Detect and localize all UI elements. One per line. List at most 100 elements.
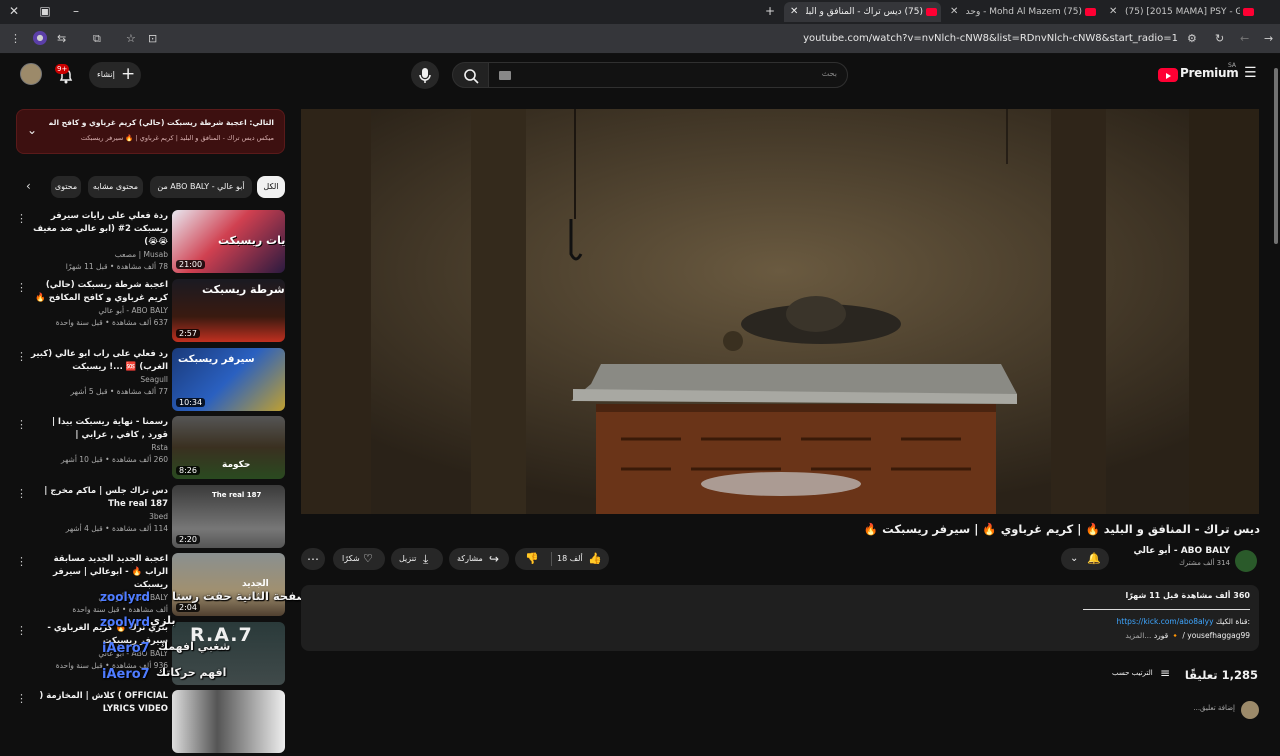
video-thumbnail[interactable]: حكومة 8:26 [172,416,285,479]
list-item[interactable]: ⋮ دس تراك جلس | ماكم مخرج | The real 187… [0,485,290,551]
video-title[interactable]: رسمنا - نهاية ريسبكت بيدا | قورد , كافي … [30,416,168,442]
video-channel[interactable]: ABO BALY - أبو عالي [30,305,168,317]
description-box[interactable]: 360 ألف مشاهدة قبل 11 شهرًا https://kick… [301,585,1259,651]
youtube-premium-logo[interactable]: Premium SA ☰ [1158,62,1258,85]
kick-link[interactable]: https://kick.com/abo8alyy [1117,617,1214,626]
chip-content[interactable]: محتوى [51,176,81,198]
video-title[interactable]: اعجبة الجديد الجديد مسابقة الراب 🔥 - ابو… [30,553,168,592]
video-channel[interactable]: Musab | مصعب [30,249,168,261]
more-options-icon[interactable]: ⋮ [16,350,27,363]
bookmark-star-icon[interactable]: ☆ [126,32,136,45]
video-thumbnail[interactable]: شرطة ريسبكت 2:57 [172,279,285,342]
queue-next-title: التالي: اعجبة شرطة ريسبكت (حالي) كريم غر… [49,118,274,127]
video-info: رسمنا - نهاية ريسبكت بيدا | قورد , كافي … [30,416,168,466]
dislike-icon[interactable]: 👎 [525,548,539,570]
playlist-queue-header[interactable]: ⌄ التالي: اعجبة شرطة ريسبكت (حالي) كريم … [16,109,285,154]
thanks-button[interactable]: شكرًا ♡ [333,548,385,570]
search-button[interactable] [452,62,490,88]
list-item[interactable]: ⋮ رد فعلي على راب ابو عالي (كبير الغرب) … [0,348,290,414]
thumbnail-text: سيرفر ريسبكت [178,354,255,365]
video-title[interactable]: OFFICIAL ) كلاش | المخازمة ( LYRICS VIDE… [30,690,168,716]
page-scrollbar[interactable] [1272,60,1280,720]
close-tab-icon[interactable]: ✕ [790,2,798,22]
chip-all[interactable]: الكل [257,176,285,198]
back-icon[interactable]: → [1264,32,1273,45]
sort-comments-button[interactable]: الترتيب حسب ≡ [1112,666,1176,683]
tab-current[interactable]: ✕ (75) ديس تراك - المنافق و البليد 🔥 [784,2,941,22]
download-button[interactable]: تنزيل ⤓ [391,548,443,570]
install-app-icon[interactable]: ⊡ [148,32,157,45]
hamburger-menu-icon[interactable]: ☰ [1244,65,1257,81]
puzzle-icon[interactable]: ⧉ [93,32,101,46]
like-count[interactable]: 18 ألف [557,548,583,570]
more-options-icon[interactable]: ⋮ [16,487,27,500]
video-title: ديس تراك - المنافق و البليد 🔥 | كريم غرب… [863,522,1260,536]
list-item[interactable]: ⋮ رسمنا - نهاية ريسبكت بيدا | قورد , كاف… [0,416,290,482]
user-avatar[interactable] [20,63,42,85]
video-title[interactable]: ردة فعلي على رايات سيرفر ريسبكت 2# (ابو … [30,210,168,249]
video-channel[interactable]: Rsta [30,442,168,454]
tab-psy-gangnam[interactable]: ✕ (75) [2015 MAMA] PSY - GANGNAM [1103,2,1258,22]
video-channel[interactable]: Seagull [30,374,168,386]
list-item[interactable]: ⋮ اعجبة الجديد الجديد مسابقة الراب 🔥 - ا… [0,553,290,619]
close-window-icon[interactable]: ✕ [6,4,22,18]
site-settings-icon[interactable]: ⚙ [1187,32,1197,45]
chevron-left-icon[interactable]: ‹ [26,179,31,193]
expand-chevron-icon[interactable]: ⌄ [27,123,37,137]
list-item[interactable]: ⋮ ردة فعلي على رايات سيرفر ريسبكت 2# (اب… [0,210,290,276]
keyboard-icon[interactable] [499,71,511,80]
more-options-icon[interactable]: ⋮ [16,692,27,705]
more-options-icon[interactable]: ⋮ [16,418,27,431]
download-label: تنزيل [399,554,417,563]
subscribed-button[interactable]: ⌄ 🔔 [1061,548,1109,570]
more-options-icon[interactable]: ⋮ [16,555,27,568]
channel-name[interactable]: ABO BALY - أبو عالي [1110,546,1230,556]
video-thumbnail[interactable]: رايات ريسبكت 21:00 [172,210,285,273]
video-thumbnail[interactable]: The real 187 2:20 [172,485,285,548]
new-tab-icon[interactable]: + [762,4,778,18]
video-channel[interactable]: 3bed [30,511,168,523]
list-item[interactable]: ⋮ OFFICIAL ) كلاش | المخازمة ( LYRICS VI… [0,690,290,756]
view-count-date: 360 ألف مشاهدة قبل 11 شهرًا [1125,591,1250,600]
search-input[interactable]: بحث [488,62,848,88]
more-options-icon[interactable]: ⋮ [16,212,27,225]
video-title[interactable]: اعجبة شرطة ريسبكت (حالي) كريم غرباوي و ك… [30,279,168,305]
video-info: رد فعلي على راب ابو عالي (كبير الغرب) 🆘 … [30,348,168,398]
share-icon: ↪ [489,552,500,566]
more-options-icon[interactable]: ⋮ [16,281,27,294]
forward-icon[interactable]: ← [1240,32,1249,45]
video-player[interactable] [301,109,1259,514]
browser-menu-icon[interactable]: ⋮ [10,32,21,45]
channel-avatar[interactable] [1235,550,1257,572]
chevron-down-icon: ⌄ [1070,553,1079,564]
reload-icon[interactable]: ↻ [1215,32,1224,45]
tab-mohd-al-mazem[interactable]: ✕ (75) Mohd Al Mazem - وحد وخليني [944,2,1100,22]
share-button[interactable]: مشاركة ↪ [449,548,509,570]
close-tab-icon[interactable]: ✕ [1109,2,1117,22]
notifications-button[interactable]: 9+ [55,64,77,86]
scrollbar-thumb[interactable] [1274,68,1278,244]
profile-avatar-icon[interactable]: ● [33,31,47,45]
close-tab-icon[interactable]: ✕ [950,2,958,22]
video-title[interactable]: رد فعلي على راب ابو عالي (كبير الغرب) 🆘 … [30,348,168,374]
tab-title: (75) ديس تراك - المنافق و البليد 🔥 [806,7,923,17]
video-title[interactable]: دس تراك جلس | ماكم مخرج | The real 187 [30,485,168,511]
more-actions-icon[interactable]: ⋯ [301,548,325,570]
add-comment-input[interactable]: إضافة تعليق... [1160,704,1235,712]
video-thumbnail[interactable] [172,690,285,753]
list-item[interactable]: ⋮ اعجبة شرطة ريسبكت (حالي) كريم غرباوي و… [0,279,290,345]
video-thumbnail[interactable]: الجديد 2:04 [172,553,285,616]
restore-window-icon[interactable]: ▣ [37,4,53,18]
extensions-icon[interactable]: ⇆ [57,32,66,45]
show-more-link[interactable]: ...المزيد [1125,631,1151,640]
thumbnail-text: الجديد [242,579,269,589]
create-button[interactable]: إنشاء + [89,62,141,88]
more-options-icon[interactable]: ⋮ [16,624,27,637]
chip-from-channel[interactable]: من ABO BALY - أبو عالي [150,176,252,198]
like-icon[interactable]: 👍 [588,548,602,570]
chip-similar[interactable]: محتوى مشابه [88,176,143,198]
video-thumbnail[interactable]: سيرفر ريسبكت 10:34 [172,348,285,411]
voice-search-button[interactable] [411,61,439,89]
address-bar[interactable]: youtube.com/watch?v=nvNlch-cNW8&list=RDn… [803,33,1178,44]
minimize-window-icon[interactable]: – [68,4,84,18]
